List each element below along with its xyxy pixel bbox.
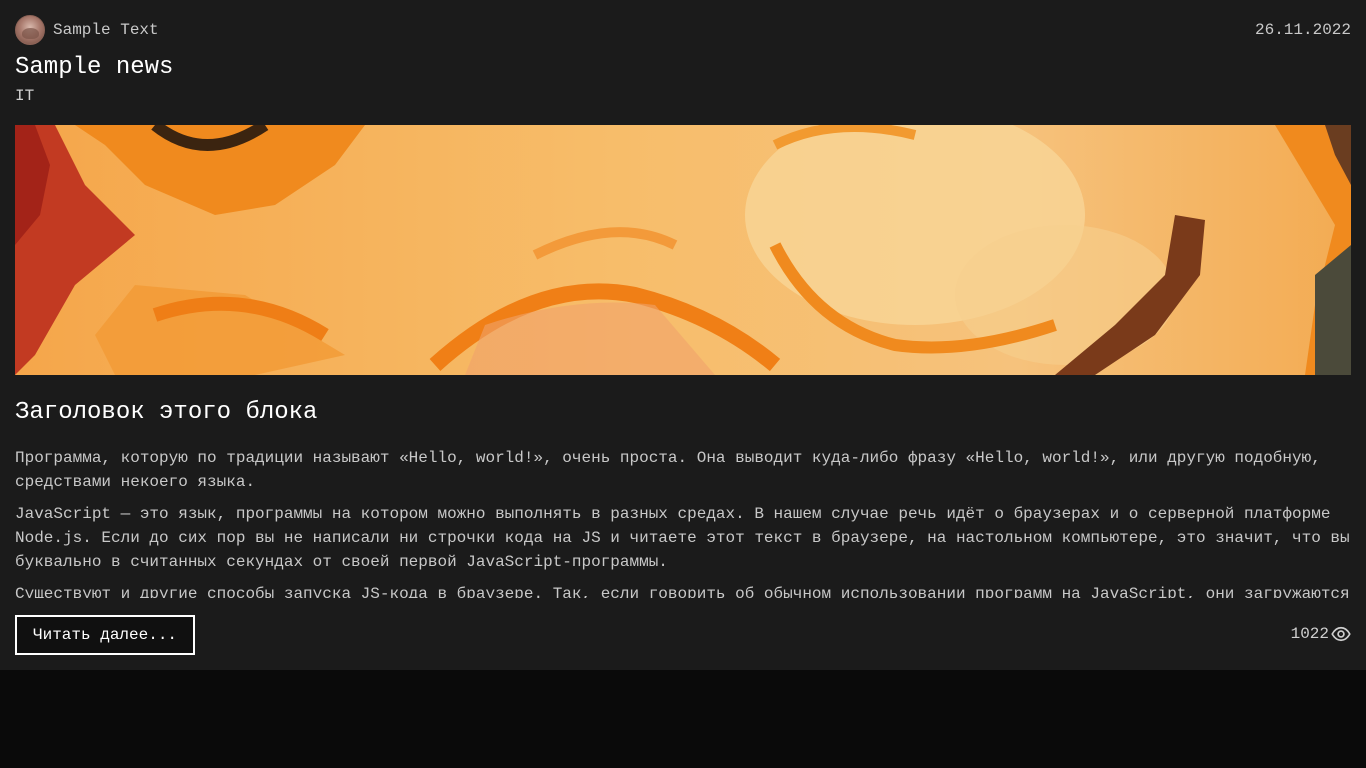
paragraph: Существуют и другие способы запуска JS-к… — [15, 585, 1350, 598]
painting-image — [15, 125, 1351, 375]
post-date: 26.11.2022 — [1254, 21, 1351, 39]
author: Sample Text — [15, 15, 159, 45]
views-counter: 1022 — [1291, 624, 1351, 644]
article-body: Программа, которую по традиции называют … — [15, 446, 1351, 598]
avatar — [15, 15, 45, 45]
news-title: Sample news — [15, 54, 174, 81]
read-more-button[interactable]: Читать далее... — [15, 615, 196, 655]
author-name: Sample Text — [53, 21, 159, 39]
card-header: Sample Text 26.11.2022 — [15, 15, 1351, 45]
hero-image — [15, 125, 1351, 375]
news-category: IT — [15, 87, 35, 105]
news-card: Sample Text 26.11.2022 Sample news IT За… — [0, 0, 1366, 670]
eye-icon — [1331, 626, 1351, 642]
views-count: 1022 — [1290, 625, 1329, 643]
paragraph: JavaScript — это язык, программы на кото… — [15, 505, 1350, 571]
paragraph: Программа, которую по традиции называют … — [15, 449, 1321, 491]
block-heading: Заголовок этого блока — [15, 399, 318, 426]
